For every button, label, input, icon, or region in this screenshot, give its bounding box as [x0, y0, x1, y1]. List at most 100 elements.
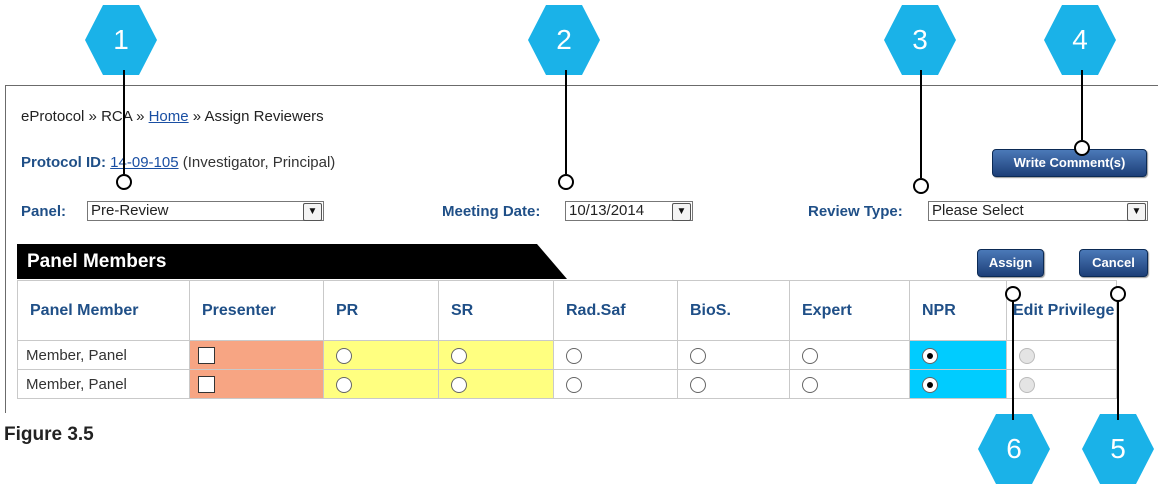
chevron-down-icon: ▼ [303, 203, 322, 221]
callout-6: 6 [978, 414, 1050, 484]
rad-saf-cell [553, 340, 678, 370]
pr-cell [323, 369, 439, 399]
edit-privilege-cell [1006, 369, 1117, 399]
callout-6-line [1012, 298, 1014, 420]
rad-saf-radio[interactable] [566, 376, 582, 393]
col-edit-privilege: Edit Privilege [1006, 280, 1117, 341]
pr-radio[interactable] [336, 347, 352, 364]
callout-5: 5 [1082, 414, 1154, 484]
col-npr: NPR [909, 280, 1007, 341]
rad-saf-radio[interactable] [566, 347, 582, 364]
bios-cell [677, 340, 790, 370]
npr-radio[interactable] [922, 376, 938, 393]
col-expert: Expert [789, 280, 910, 341]
callout-2-marker [558, 174, 574, 190]
callout-3-marker [913, 178, 929, 194]
callout-4: 4 [1044, 5, 1116, 75]
panel-members-table: Panel Member Presenter PR SR Rad.Saf Bio… [17, 280, 1117, 399]
assign-button[interactable]: Assign [977, 249, 1044, 277]
callout-2: 2 [528, 5, 600, 75]
callout-2-line [565, 70, 567, 174]
callout-1-marker [116, 174, 132, 190]
breadcrumb: eProtocol » RCA » Home » Assign Reviewer… [21, 108, 324, 125]
review-type-value: Please Select [932, 202, 1024, 219]
panel-select[interactable]: Pre-Review ▼ [87, 201, 324, 221]
review-type-select[interactable]: Please Select ▼ [928, 201, 1148, 221]
callout-number: 3 [912, 24, 928, 55]
bios-cell [677, 369, 790, 399]
bios-radio[interactable] [690, 347, 706, 364]
pr-cell [323, 340, 439, 370]
expert-radio[interactable] [802, 376, 818, 393]
npr-cell [909, 369, 1007, 399]
protocol-role: (Investigator, Principal) [182, 154, 336, 171]
breadcrumb-rca: RCA [101, 108, 132, 125]
callout-6-marker [1005, 286, 1021, 302]
callout-1-line [123, 70, 125, 174]
callout-4-marker [1074, 140, 1090, 156]
expert-cell [789, 340, 910, 370]
figure-caption: Figure 3.5 [4, 424, 94, 445]
meeting-date-select[interactable]: 10/13/2014 ▼ [565, 201, 693, 221]
npr-radio[interactable] [922, 347, 938, 364]
table-row: Member, Panel [17, 340, 1117, 370]
sr-cell [438, 369, 554, 399]
edit-privilege-radio [1019, 347, 1035, 364]
panel-label: Panel: [21, 203, 67, 220]
protocol-id-row: Protocol ID: 14-09-105 (Investigator, Pr… [21, 154, 335, 171]
col-pr: PR [323, 280, 439, 341]
callout-number: 5 [1110, 433, 1126, 464]
pr-radio[interactable] [336, 376, 352, 393]
bios-radio[interactable] [690, 376, 706, 393]
callout-3: 3 [884, 5, 956, 75]
breadcrumb-separator: » [192, 108, 202, 125]
presenter-checkbox[interactable] [198, 375, 215, 393]
breadcrumb-separator: » [136, 108, 145, 125]
meeting-date-value: 10/13/2014 [569, 202, 645, 219]
panel-select-value: Pre-Review [91, 202, 169, 219]
callout-5-line [1117, 298, 1119, 420]
breadcrumb-separator: » [88, 108, 97, 125]
edit-privilege-radio [1019, 376, 1035, 393]
callout-number: 6 [1006, 433, 1022, 464]
sr-radio[interactable] [451, 376, 467, 393]
member-name: Member, Panel [17, 369, 190, 399]
sr-cell [438, 340, 554, 370]
callout-5-marker [1110, 286, 1126, 302]
protocol-id-label: Protocol ID: [21, 154, 106, 171]
review-type-label: Review Type: [808, 203, 903, 220]
protocol-id-link[interactable]: 14-09-105 [110, 154, 178, 171]
breadcrumb-home-link[interactable]: Home [149, 108, 189, 125]
chevron-down-icon: ▼ [672, 203, 691, 221]
col-sr: SR [438, 280, 554, 341]
edit-privilege-cell [1006, 340, 1117, 370]
col-panel-member: Panel Member [17, 280, 190, 341]
callout-number: 2 [556, 24, 572, 55]
callout-number: 1 [113, 24, 129, 55]
col-presenter: Presenter [189, 280, 324, 341]
write-comments-button[interactable]: Write Comment(s) [992, 149, 1147, 177]
table-header-row: Panel Member Presenter PR SR Rad.Saf Bio… [17, 280, 1117, 341]
cancel-button[interactable]: Cancel [1079, 249, 1148, 277]
panel-members-title: Panel Members [27, 251, 167, 272]
callout-number: 4 [1072, 24, 1088, 55]
meeting-date-label: Meeting Date: [442, 203, 541, 220]
presenter-checkbox[interactable] [198, 346, 215, 364]
breadcrumb-eprotocol: eProtocol [21, 108, 85, 125]
presenter-cell [189, 369, 324, 399]
sr-radio[interactable] [451, 347, 467, 364]
expert-cell [789, 369, 910, 399]
table-row: Member, Panel [17, 369, 1117, 399]
callout-3-line [920, 70, 922, 178]
chevron-down-icon: ▼ [1127, 203, 1146, 221]
assign-reviewers-screen: eProtocol » RCA » Home » Assign Reviewer… [5, 85, 1158, 413]
npr-cell [909, 340, 1007, 370]
breadcrumb-current: Assign Reviewers [204, 108, 324, 125]
callout-1: 1 [85, 5, 157, 75]
presenter-cell [189, 340, 324, 370]
col-rad-saf: Rad.Saf [553, 280, 678, 341]
panel-members-header: Panel Members [17, 244, 567, 279]
member-name: Member, Panel [17, 340, 190, 370]
expert-radio[interactable] [802, 347, 818, 364]
col-bios: BioS. [677, 280, 790, 341]
